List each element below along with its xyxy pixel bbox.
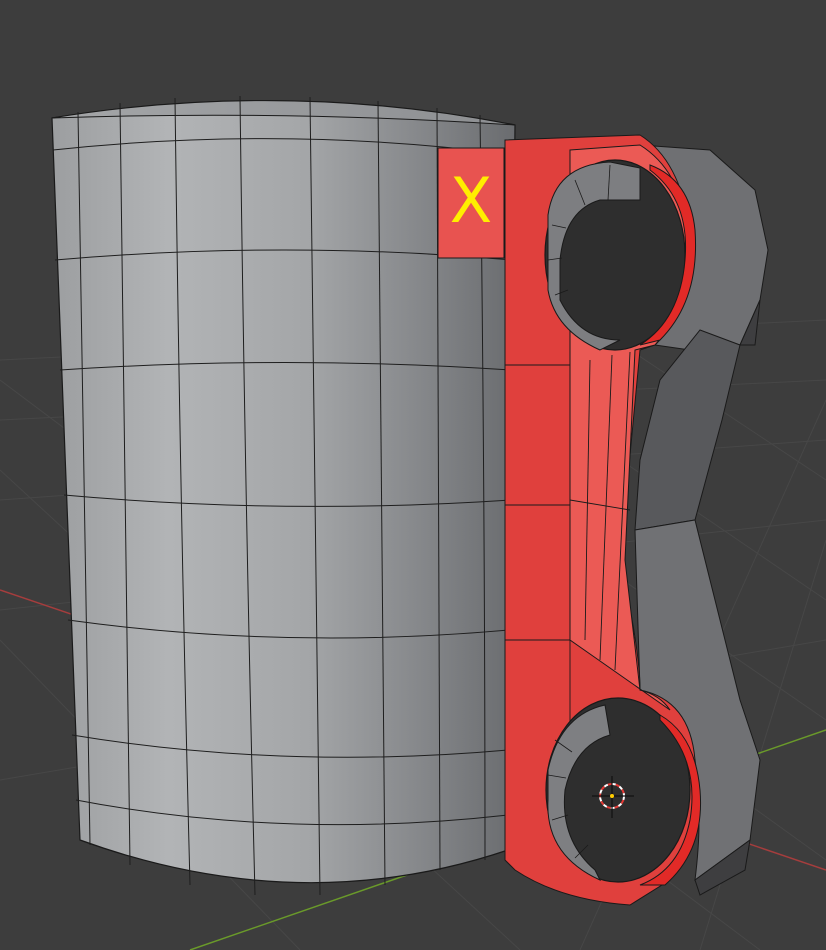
3d-viewport[interactable]: X [0, 0, 826, 950]
selected-face-marker[interactable]: X [437, 147, 505, 259]
viewport-canvas[interactable]: X [0, 0, 826, 950]
bracket-mesh[interactable] [504, 134, 769, 906]
annotation-label: X [450, 164, 492, 237]
